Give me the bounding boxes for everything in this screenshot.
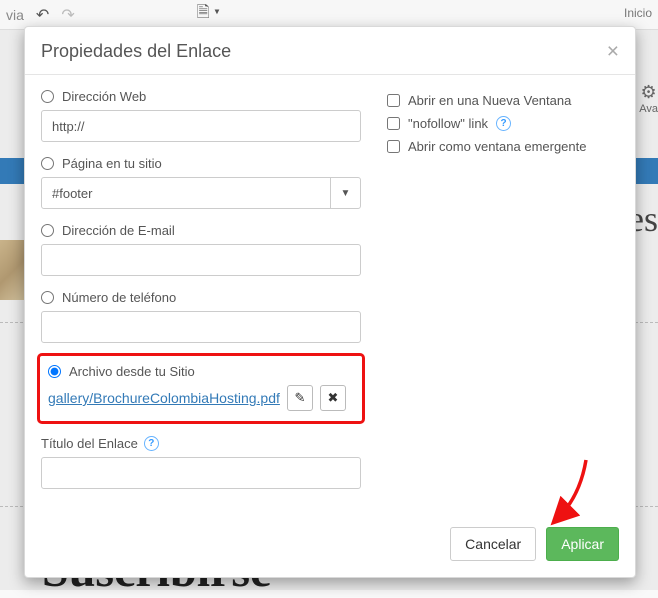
link-title-group: Título del Enlace ? <box>41 436 361 489</box>
file-highlight-box: Archivo desde tu Sitio gallery/BrochureC… <box>37 353 365 424</box>
close-icon[interactable]: × <box>607 41 619 62</box>
file-label: Archivo desde tu Sitio <box>69 364 195 379</box>
nofollow-checkbox[interactable] <box>387 117 400 130</box>
page-icon[interactable]: 🗎 ▾ <box>197 1 220 28</box>
site-page-label: Página en tu sitio <box>62 156 162 171</box>
site-page-value: #footer <box>52 186 92 201</box>
site-page-dropdown[interactable]: #footer ▼ <box>41 177 361 209</box>
link-title-input[interactable] <box>41 457 361 489</box>
link-title-label-row: Título del Enlace ? <box>41 436 361 451</box>
chevron-down-icon[interactable]: ▼ <box>330 178 360 208</box>
phone-input[interactable] <box>41 311 361 343</box>
help-icon[interactable]: ? <box>496 116 511 131</box>
left-column: Dirección Web Página en tu sitio #footer… <box>41 89 361 503</box>
inicio-label: Inicio <box>624 6 652 20</box>
email-radio[interactable] <box>41 224 54 237</box>
modal-header: Propiedades del Enlace × <box>25 27 635 75</box>
redo-icon[interactable]: ↷ <box>61 5 74 25</box>
email-group: Dirección de E-mail <box>41 223 361 276</box>
file-link[interactable]: gallery/BrochureColombiaHosting.pdf <box>48 390 280 406</box>
web-address-input[interactable] <box>41 110 361 142</box>
modal-title: Propiedades del Enlace <box>41 41 231 62</box>
link-properties-modal: Propiedades del Enlace × Dirección Web P… <box>24 26 636 578</box>
email-input[interactable] <box>41 244 361 276</box>
site-page-group: Página en tu sitio #footer ▼ <box>41 156 361 209</box>
email-label: Dirección de E-mail <box>62 223 175 238</box>
web-address-group: Dirección Web <box>41 89 361 142</box>
modal-body: Dirección Web Página en tu sitio #footer… <box>25 75 635 513</box>
site-page-radio[interactable] <box>41 157 54 170</box>
cancel-button[interactable]: Cancelar <box>450 527 536 561</box>
web-address-label: Dirección Web <box>62 89 146 104</box>
phone-label: Número de teléfono <box>62 290 176 305</box>
undo-icon[interactable]: ↶ <box>36 5 49 25</box>
remove-file-icon[interactable]: ✖ <box>320 385 346 411</box>
via-text: via <box>6 7 24 23</box>
site-page-radio-row[interactable]: Página en tu sitio <box>41 156 361 171</box>
nofollow-label: "nofollow" link <box>408 116 488 131</box>
edit-file-icon[interactable]: ✎ <box>287 385 313 411</box>
new-window-row[interactable]: Abrir en una Nueva Ventana <box>387 93 619 108</box>
ava-label: ⚙ Ava <box>639 82 658 115</box>
file-radio[interactable] <box>48 365 61 378</box>
file-radio-row[interactable]: Archivo desde tu Sitio <box>48 364 354 379</box>
modal-footer: Cancelar Aplicar <box>25 513 635 577</box>
apply-button[interactable]: Aplicar <box>546 527 619 561</box>
popup-label: Abrir como ventana emergente <box>408 139 586 154</box>
phone-radio-row[interactable]: Número de teléfono <box>41 290 361 305</box>
web-address-radio[interactable] <box>41 90 54 103</box>
right-column: Abrir en una Nueva Ventana "nofollow" li… <box>387 89 619 503</box>
link-title-label: Título del Enlace <box>41 436 138 451</box>
phone-radio[interactable] <box>41 291 54 304</box>
nofollow-row[interactable]: "nofollow" link ? <box>387 116 619 131</box>
new-window-label: Abrir en una Nueva Ventana <box>408 93 571 108</box>
popup-checkbox[interactable] <box>387 140 400 153</box>
popup-row[interactable]: Abrir como ventana emergente <box>387 139 619 154</box>
web-address-radio-row[interactable]: Dirección Web <box>41 89 361 104</box>
email-radio-row[interactable]: Dirección de E-mail <box>41 223 361 238</box>
new-window-checkbox[interactable] <box>387 94 400 107</box>
help-icon[interactable]: ? <box>144 436 159 451</box>
phone-group: Número de teléfono <box>41 290 361 343</box>
